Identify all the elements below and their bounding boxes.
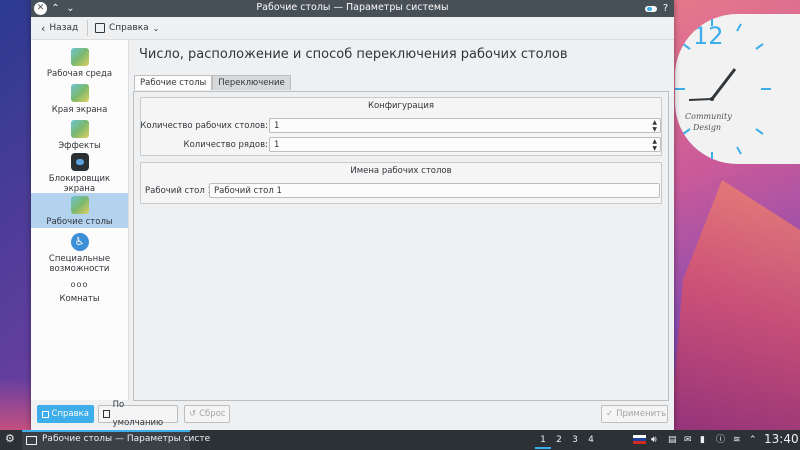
system-settings-window: ✕ ⌃ ⌄ Рабочие столы — Параметры системы … [31,0,674,430]
spin-arrows-icon[interactable]: ▲ ▼ [652,138,657,152]
page-title: Число, расположение и способ переключени… [139,47,568,62]
tray-expand-icon[interactable]: ⌃ [749,433,757,447]
sidebar-item-screen-edges[interactable]: Края экрана [31,84,128,118]
mail-icon[interactable]: ✉ [684,433,692,447]
spin-arrows-icon[interactable]: ▲ ▼ [652,119,657,133]
sidebar-item-label: Края экрана [51,105,108,115]
desktops-count-label: Количество рабочих столов: [140,121,268,131]
help-book-icon [42,410,49,418]
help-menu-button[interactable]: Справка ⌄ [95,21,159,35]
keyboard-layout-flag-icon[interactable] [633,435,646,444]
taskbar-task-system-settings[interactable]: Рабочие столы — Параметры систе [22,430,210,450]
defaults-button[interactable]: По умолчанию [98,400,178,428]
help-label: Справка [109,23,149,33]
tab-panel: Конфигурация Количество рабочих столов: … [133,91,669,401]
sidebar-item-lock-screen[interactable]: Блокировщик экрана [31,153,128,195]
main-content: Число, расположение и способ переключени… [129,40,674,401]
undo-icon: ↺ [189,409,197,419]
chevron-down-icon: ⌄ [152,23,160,33]
app-launcher-icon[interactable]: ⚙ [5,432,15,446]
sidebar-item-activities[interactable]: ooo Комнаты [31,280,128,308]
help-book-icon [95,23,105,33]
clock-minute-hand [688,98,713,101]
taskbar: ⚙ Рабочие столы — Параметры систе 1234 🔊… [0,430,800,450]
sidebar-item-label: Комнаты [59,294,100,304]
apply-button-label: Применить [616,409,667,419]
names-group-title: Имена рабочих столов [350,166,452,176]
sidebar-item-label: Рабочие столы [46,217,113,227]
notifications-icon[interactable]: ⓘ [716,433,725,447]
toolbar: ‹ Назад Справка ⌄ [31,17,674,40]
volume-icon[interactable]: 🔊︎ [651,433,657,447]
rows-count-spinbox[interactable]: 1 ▲ ▼ [269,137,661,152]
rows-count-value: 1 [274,140,280,150]
window-titlebar[interactable]: ✕ ⌃ ⌄ Рабочие столы — Параметры системы … [31,0,674,17]
desktop1-name-label: Рабочий стол 1: [145,186,216,196]
clipboard-icon[interactable]: ▤ [668,433,677,447]
accessibility-icon: ♿ [70,233,89,251]
sidebar-item-workspace[interactable]: Рабочая среда [31,48,128,86]
task-window-icon [26,436,37,445]
help-button-label: Справка [51,409,89,419]
check-icon: ✓ [606,409,614,419]
activities-icon: ooo [70,280,89,289]
config-group-title: Конфигурация [367,101,435,111]
window-title: Рабочие столы — Параметры системы [256,2,449,13]
task-title: Рабочие столы — Параметры систе [42,434,211,444]
desktops-count-value: 1 [274,121,280,131]
tab-bar: Рабочие столы Переключение [134,75,291,90]
rows-count-label: Количество рядов: [183,140,268,150]
screen-edges-icon [70,84,89,102]
sidebar-item-label: Рабочая среда [46,69,113,79]
defaults-button-label: По умолчанию [112,400,164,428]
arrow-left-icon: ‹ [41,21,46,35]
desktop-pager: 1234 [535,433,599,449]
document-icon [103,410,110,418]
apply-button[interactable]: ✓ Применить [601,405,668,423]
wifi-icon[interactable]: ≋ [733,433,741,447]
workspace-icon [70,48,89,66]
back-button[interactable]: ‹ Назад [41,21,78,35]
rows-count-row: Количество рядов: 1 ▲ ▼ [141,137,661,153]
virtual-desktops-icon [70,196,89,214]
taskbar-clock[interactable]: 13:40 [764,432,799,446]
pager-desktop-2[interactable]: 2 [551,433,567,447]
back-label: Назад [49,23,79,33]
sidebar-item-label: Блокировщик экрана [48,174,111,194]
pager-desktop-4[interactable]: 4 [583,433,599,447]
dialog-button-bar: Справка По умолчанию ↺ Сброс ✓ Применить [31,400,674,430]
config-group: Конфигурация Количество рабочих столов: … [140,97,662,156]
tab-desktops[interactable]: Рабочие столы [134,75,213,90]
shade-icon[interactable] [644,2,658,15]
names-group: Имена рабочих столов Рабочий стол 1: Раб… [140,162,662,204]
sidebar-item-virtual-desktops[interactable]: Рабочие столы [31,193,128,228]
desktops-count-spinbox[interactable]: 1 ▲ ▼ [269,118,661,133]
help-icon[interactable]: ? [659,2,672,15]
clock-hour-hand [710,68,737,100]
category-sidebar: Рабочая среда Края экрана Эффекты Блокир… [31,40,129,400]
toolbar-separator [87,20,88,36]
reset-button[interactable]: ↺ Сброс [184,405,230,423]
sidebar-item-label: Эффекты [58,141,101,151]
clock-brand-line2: Design [693,123,722,132]
clock-brand-line1: Community [685,112,732,121]
clock-hour-label: 12 [693,22,724,50]
battery-icon[interactable]: ▮ [700,433,705,447]
sidebar-item-effects[interactable]: Эффекты [31,120,128,154]
pager-desktop-3[interactable]: 3 [567,433,583,447]
analog-clock-widget[interactable]: 12 Community Design [675,14,800,164]
lock-screen-icon [70,153,89,171]
help-button[interactable]: Справка [37,405,94,423]
reset-button-label: Сброс [199,409,226,419]
sidebar-item-label: Специальные возможности [48,254,111,274]
desktop1-name-row: Рабочий стол 1: Рабочий стол 1 [141,183,661,199]
desktops-count-row: Количество рабочих столов: 1 ▲ ▼ [140,118,661,134]
pager-desktop-1[interactable]: 1 [535,433,551,449]
sidebar-item-accessibility[interactable]: ♿ Специальные возможности [31,233,128,275]
effects-icon [70,120,89,138]
tab-switching[interactable]: Переключение [212,75,291,90]
desktop1-name-input[interactable]: Рабочий стол 1 [209,183,660,198]
